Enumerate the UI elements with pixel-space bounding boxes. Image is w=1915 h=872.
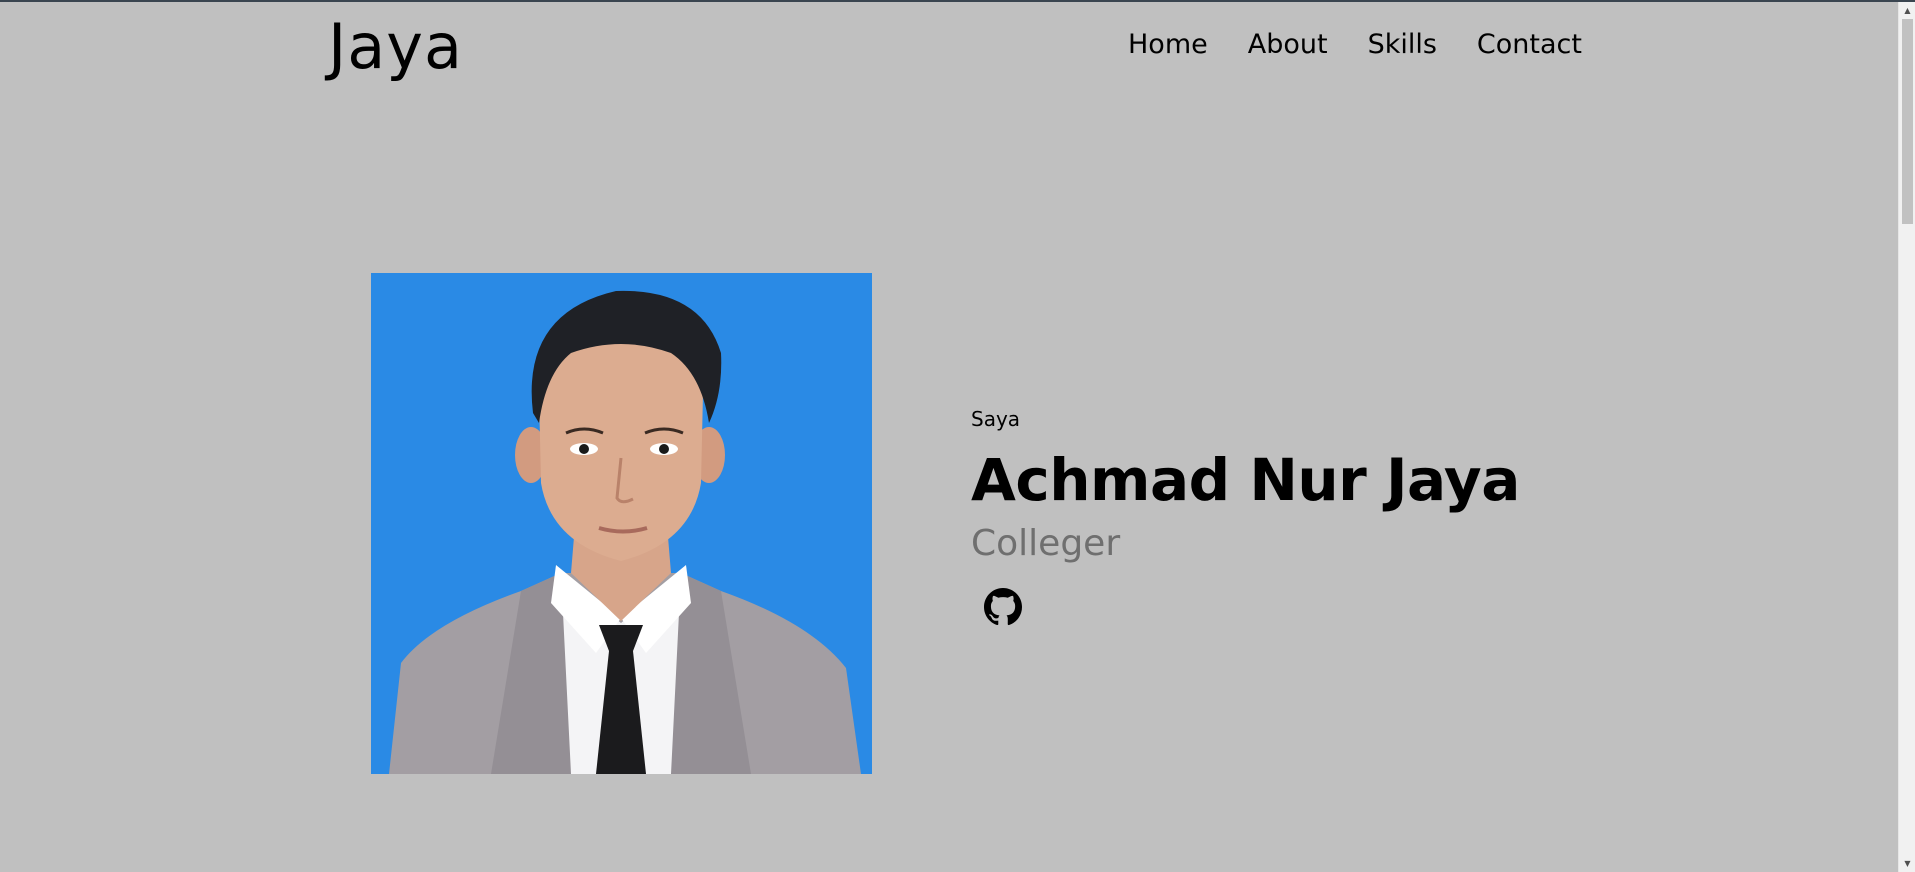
- profile-photo: [371, 273, 872, 774]
- role-text: Colleger: [971, 523, 1121, 564]
- nav-home-link[interactable]: Home: [1128, 28, 1208, 62]
- main-nav: Home About Skills Contact: [1128, 28, 1582, 62]
- github-icon: [984, 588, 1022, 626]
- nav-about-link[interactable]: About: [1248, 28, 1328, 62]
- vertical-scrollbar[interactable]: ▲ ▼: [1898, 2, 1915, 872]
- person-name: Achmad Nur Jaya: [971, 446, 1520, 514]
- github-link[interactable]: [984, 588, 1022, 626]
- intro-block: Saya Achmad Nur Jaya Colleger: [971, 406, 1520, 626]
- page: Jaya Home About Skills Contact Saya Achm…: [0, 2, 1898, 872]
- scroll-down-arrow-icon[interactable]: ▼: [1899, 855, 1915, 872]
- site-logo[interactable]: Jaya: [328, 12, 463, 82]
- scroll-up-arrow-icon[interactable]: ▲: [1899, 2, 1915, 19]
- scrollbar-thumb[interactable]: [1902, 19, 1913, 224]
- greeting-text: Saya: [971, 407, 1021, 431]
- nav-skills-link[interactable]: Skills: [1368, 28, 1437, 62]
- nav-contact-link[interactable]: Contact: [1477, 28, 1582, 62]
